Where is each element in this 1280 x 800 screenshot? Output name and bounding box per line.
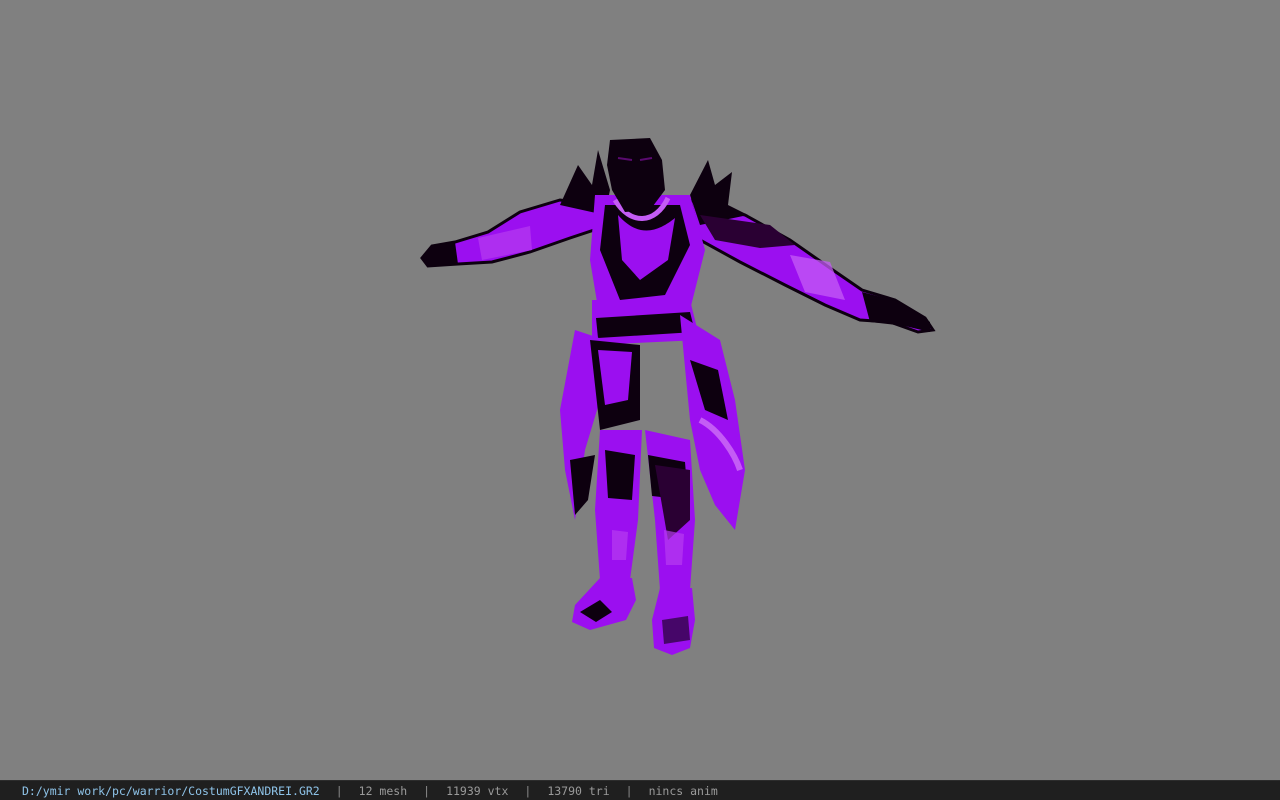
separator: | [625,783,633,798]
mesh-count: 12 mesh [358,783,408,798]
status-bar: D:/ymir work/pc/warrior/CostumGFXANDREI.… [0,780,1280,800]
animation-status: nincs anim [648,783,718,798]
separator: | [335,783,343,798]
separator: | [423,783,431,798]
vertex-count: 11939 vtx [446,783,509,798]
file-path: D:/ymir work/pc/warrior/CostumGFXANDREI.… [22,783,320,798]
3d-viewport[interactable] [0,0,1280,780]
separator: | [524,783,532,798]
character-model [420,138,936,655]
triangle-count: 13790 tri [547,783,610,798]
